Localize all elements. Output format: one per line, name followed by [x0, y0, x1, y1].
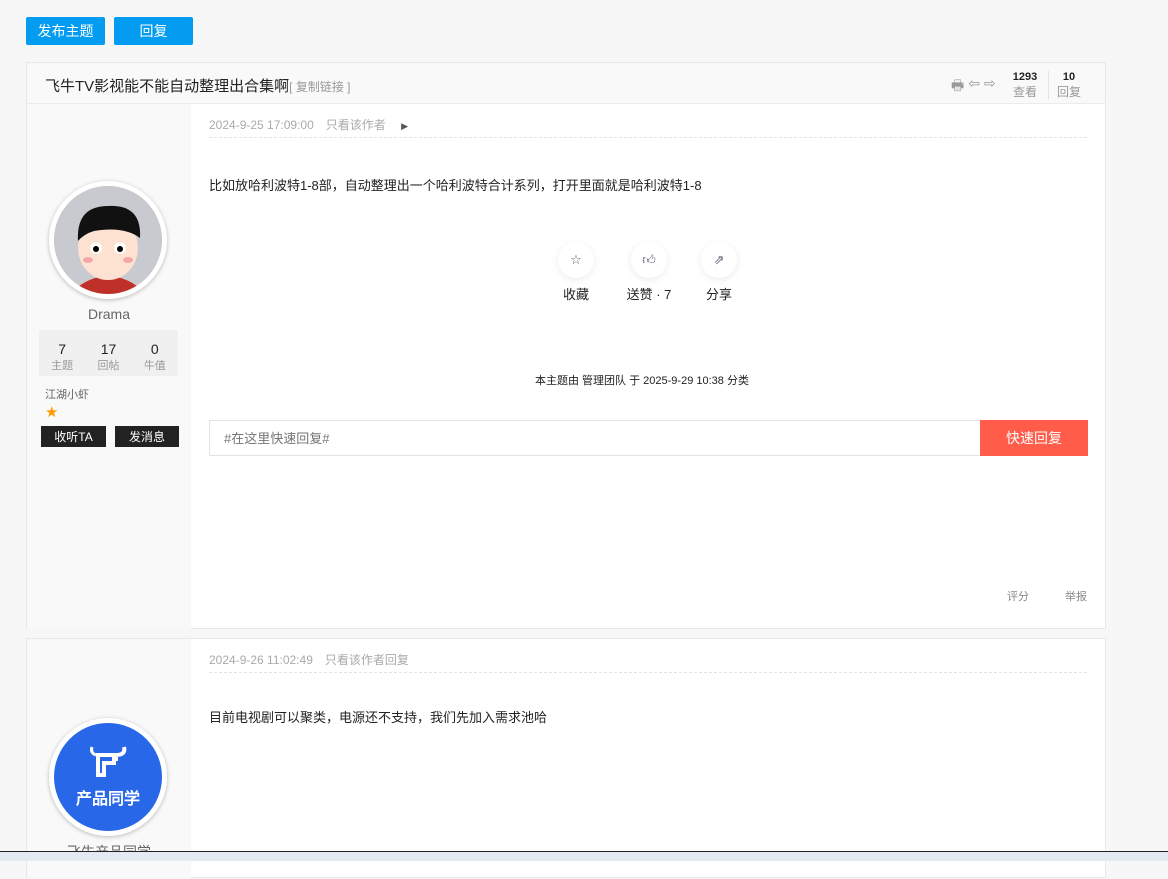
thread-header: 飞牛TV影视能不能自动整理出合集啊[ 复制链接 ] 🖶 ⇦ ⇨ 1293 查看 10 回… [27, 63, 1105, 104]
author-sidebar: 产品同学 飞牛产品同学 [27, 639, 191, 879]
reply-button[interactable]: 回复 [114, 17, 193, 45]
views-label: 查看 [1012, 85, 1037, 99]
star-icon: ★ [45, 404, 59, 421]
post-time: 2024-9-26 11:02:49 [209, 653, 313, 667]
niu-count: 0 [150, 341, 159, 357]
avatar[interactable]: 产品同学 [49, 718, 167, 836]
topics-label: 主题 [51, 360, 74, 372]
user-rank: 江湖小虾 [45, 389, 89, 401]
views-count: 1293 [1012, 71, 1038, 83]
new-topic-button[interactable]: 发布主题 [26, 17, 105, 45]
author-stats: 7 主题 17 回帖 0 牛值 [39, 330, 178, 376]
thread-title: 飞牛TV影视能不能自动整理出合集啊 [45, 78, 290, 95]
taskbar [0, 851, 1168, 861]
post-1: 飞牛TV影视能不能自动整理出合集啊[ 复制链接 ] 🖶 ⇦ ⇨ 1293 查看 10 回… [26, 62, 1106, 629]
only-author-link[interactable]: 只看该作者 ▶ [326, 118, 420, 132]
posts-count: 17 [100, 341, 117, 357]
quick-reply-input[interactable] [209, 420, 981, 456]
thumbs-up-icon: 👍︎ [631, 242, 667, 278]
print-icon[interactable]: 🖶 [951, 75, 964, 99]
follow-button[interactable]: 收听TA [41, 426, 106, 447]
rate-link[interactable]: 评分 [1007, 588, 1029, 604]
quick-reply-button[interactable]: 快速回复 [980, 420, 1088, 456]
like-button[interactable]: 👍︎ 送赞 · 7 [609, 242, 689, 303]
author-sidebar: Drama 7 主题 17 回帖 0 牛值 江湖小虾 ★ 收听TA 发消息 [27, 104, 191, 629]
post-2: 产品同学 飞牛产品同学 2024-9-26 11:02:49 只看该作者回复 目前… [26, 638, 1106, 879]
avatar[interactable] [49, 181, 167, 299]
star-outline-icon: ☆ [558, 242, 594, 278]
avatar-text: 产品同学 [75, 791, 140, 808]
share-button[interactable]: ⇗ 分享 [689, 242, 749, 303]
report-link[interactable]: 举报 [1065, 588, 1087, 604]
replies-count: 10 [1062, 71, 1076, 83]
favorite-button[interactable]: ☆ 收藏 [546, 242, 606, 303]
only-author-link[interactable]: 只看该作者回复 [325, 653, 409, 667]
copy-link[interactable]: [ 复制链接 ] [289, 80, 350, 94]
external-link-icon: ⇗ [701, 242, 737, 278]
message-button[interactable]: 发消息 [115, 426, 179, 447]
author-name[interactable]: Drama [27, 306, 191, 322]
bull-logo-icon [90, 746, 127, 777]
posts-label: 回帖 [97, 360, 120, 372]
post-content: 目前电视剧可以聚类，电源还不支持，我们先加入需求池哈 [209, 710, 548, 725]
cartoon-avatar-icon [54, 186, 162, 294]
replies-label: 回复 [1056, 85, 1081, 99]
post-content: 比如放哈利波特1-8部，自动整理出一个哈利波特合计系列，打开里面就是哈利波特1-… [209, 178, 702, 193]
post-time: 2024-9-25 17:09:00 [209, 118, 314, 132]
moderation-note: 本主题由 管理团队 于 2025-9-29 10:38 分类 [535, 375, 749, 387]
next-thread-icon[interactable]: ⇨ [984, 75, 996, 99]
topics-count: 7 [58, 341, 67, 357]
prev-thread-icon[interactable]: ⇦ [968, 75, 980, 99]
niu-label: 牛值 [143, 360, 166, 372]
